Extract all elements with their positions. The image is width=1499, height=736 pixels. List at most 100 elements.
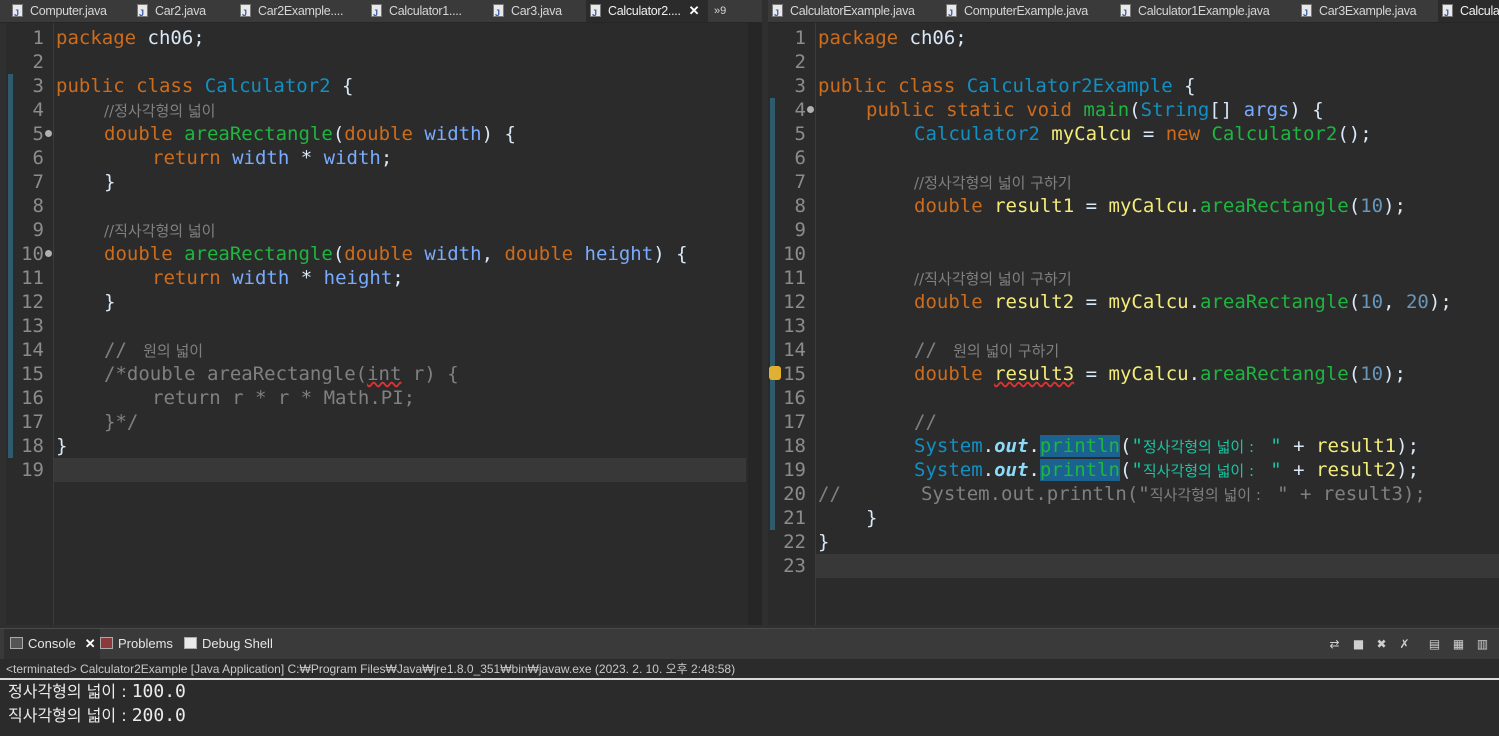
editor-tab-computerexample[interactable]: ComputerExample.java: [942, 0, 1114, 22]
line-number: 13: [783, 315, 806, 337]
code-line: public class Calculator2Example {: [818, 75, 1196, 97]
code-comment: return r * r * Math.PI;: [152, 387, 416, 409]
line-number-gutter: 1 2 3 4 5 6 7 8 9 10 11 12 13 14 15 16 1…: [768, 23, 816, 625]
console-icon: [10, 637, 23, 649]
code-line: }: [866, 507, 878, 529]
line-number: 21: [783, 507, 806, 529]
line-number: 2: [794, 51, 806, 73]
line-number: 16: [21, 387, 44, 409]
line-number: 3: [32, 75, 44, 97]
java-file-icon: [371, 2, 382, 22]
code-line: public static void main(String[] args) {: [866, 99, 1324, 121]
fold-toggle-icon[interactable]: [807, 106, 814, 113]
line-number: 10: [783, 243, 806, 265]
editor-tab-car3-java[interactable]: Car3.java: [489, 0, 585, 22]
java-file-icon: [1442, 2, 1453, 22]
code-line: }: [56, 435, 68, 457]
code-line: }: [104, 291, 116, 313]
code-line: System.out.println("정사각형의 넓이 : " + resul…: [914, 435, 1420, 457]
code-line: double result3 = myCalcu.areaRectangle(1…: [914, 363, 1406, 385]
line-number-gutter: 1 2 3 4 5 6 7 8 9 10 11 12 13 14 15 16 1…: [6, 23, 54, 625]
line-number: 1: [794, 27, 806, 49]
java-file-icon: [240, 2, 251, 22]
editor-tab-calculator2[interactable]: Calculator2....✕: [586, 0, 708, 22]
fold-toggle-icon[interactable]: [45, 130, 52, 137]
java-file-icon: [137, 2, 148, 22]
editor-tab-calculator2example[interactable]: Calcula: [1438, 0, 1499, 22]
line-number: 13: [21, 315, 44, 337]
remove-all-terminated-icon[interactable]: ✗: [1398, 638, 1411, 651]
code-line: Calculator2 myCalcu = new Calculator2();: [914, 123, 1372, 145]
line-number: 4: [32, 99, 44, 121]
line-number: 11: [783, 267, 806, 289]
line-number: 19: [21, 459, 44, 481]
word-wrap-icon[interactable]: ▥: [1476, 638, 1489, 651]
java-file-icon: [1120, 2, 1131, 22]
code-area[interactable]: package ch06; public class Calculator2Ex…: [816, 23, 1499, 625]
remove-launch-icon[interactable]: ✖: [1375, 638, 1388, 651]
java-file-icon: [493, 2, 504, 22]
line-number: 7: [794, 171, 806, 193]
debug-shell-icon: [184, 637, 197, 649]
code-line: }: [104, 171, 116, 193]
java-file-icon: [12, 2, 23, 22]
vertical-scrollbar[interactable]: [748, 23, 762, 625]
editor-tab-calculator1example[interactable]: Calculator1Example.java: [1116, 0, 1296, 22]
line-number: 9: [32, 219, 44, 241]
line-number: 18: [783, 435, 806, 457]
line-number: 19: [783, 459, 806, 481]
right-code-editor[interactable]: 1 2 3 4 5 6 7 8 9 10 11 12 13 14 15 16 1…: [768, 23, 1499, 625]
console-output-line: 직사각형의 넓이 : 200.0: [8, 705, 186, 726]
code-comment: /*double areaRectangle(int r) {: [104, 363, 459, 385]
line-number: 8: [794, 195, 806, 217]
current-line-highlight: [816, 554, 1499, 578]
code-line: System.out.println("직사각형의 넓이 : " + resul…: [914, 459, 1420, 481]
editor-tab-car2-java[interactable]: Car2.java: [133, 0, 233, 22]
editor-tab-car3example[interactable]: Car3Example.java: [1297, 0, 1439, 22]
code-comment: //정사각형의 넓이 구하기: [914, 174, 1072, 192]
code-line: return width * height;: [152, 267, 404, 289]
code-line: public class Calculator2 {: [56, 75, 354, 97]
code-line: return width * width;: [152, 147, 393, 169]
code-comment: //직사각형의 넓이 구하기: [914, 270, 1072, 288]
code-comment: // 원의 넓이 구하기: [914, 339, 1060, 361]
code-line: double result1 = myCalcu.areaRectangle(1…: [914, 195, 1406, 217]
code-area[interactable]: package ch06; public class Calculator2 {…: [54, 23, 746, 625]
code-line: package ch06;: [56, 27, 205, 49]
editor-tab-calculatorexample[interactable]: CalculatorExample.java: [768, 0, 940, 22]
code-line: }: [818, 531, 830, 553]
code-comment: //: [914, 411, 937, 433]
line-number: 8: [32, 195, 44, 217]
current-line-highlight: [54, 458, 746, 482]
tab-problems[interactable]: Problems: [98, 629, 182, 659]
pin-console-icon[interactable]: ⇄: [1328, 638, 1341, 651]
tab-overflow-button[interactable]: »9: [714, 0, 726, 22]
editor-tab-computer-java[interactable]: Computer.java: [8, 0, 130, 22]
line-number: 14: [783, 339, 806, 361]
code-line: package ch06;: [818, 27, 967, 49]
line-number: 16: [783, 387, 806, 409]
right-editor-pane: CalculatorExample.java ComputerExample.j…: [768, 0, 1499, 625]
scroll-lock-icon[interactable]: ▦: [1452, 638, 1465, 651]
terminate-icon[interactable]: ■: [1352, 638, 1365, 651]
tab-debug-shell[interactable]: Debug Shell: [182, 629, 280, 659]
editor-tab-car2example[interactable]: Car2Example....: [236, 0, 358, 22]
tab-console[interactable]: Console ✕: [4, 629, 100, 659]
code-comment: // System.out.println("직사각형의 넓이 : " + re…: [818, 483, 1426, 505]
java-file-icon: [1301, 2, 1312, 22]
left-code-editor[interactable]: 1 2 3 4 5 6 7 8 9 10 11 12 13 14 15 16 1…: [6, 23, 762, 625]
code-line: double areaRectangle(double width) {: [104, 123, 516, 145]
line-number: 12: [783, 291, 806, 313]
close-tab-icon[interactable]: ✕: [689, 3, 700, 18]
console-status: <terminated> Calculator2Example [Java Ap…: [6, 662, 736, 676]
code-comment: }*/: [104, 411, 139, 433]
fold-toggle-icon[interactable]: [45, 250, 52, 257]
close-tab-icon[interactable]: ✕: [85, 636, 96, 651]
editor-tab-calculator1[interactable]: Calculator1....: [367, 0, 485, 22]
line-number: 6: [32, 147, 44, 169]
line-number: 7: [32, 171, 44, 193]
java-file-icon: [946, 2, 957, 22]
code-comment: // 원의 넓이: [104, 339, 204, 361]
clear-console-icon[interactable]: ▤: [1428, 638, 1441, 651]
problems-icon: [100, 637, 113, 649]
